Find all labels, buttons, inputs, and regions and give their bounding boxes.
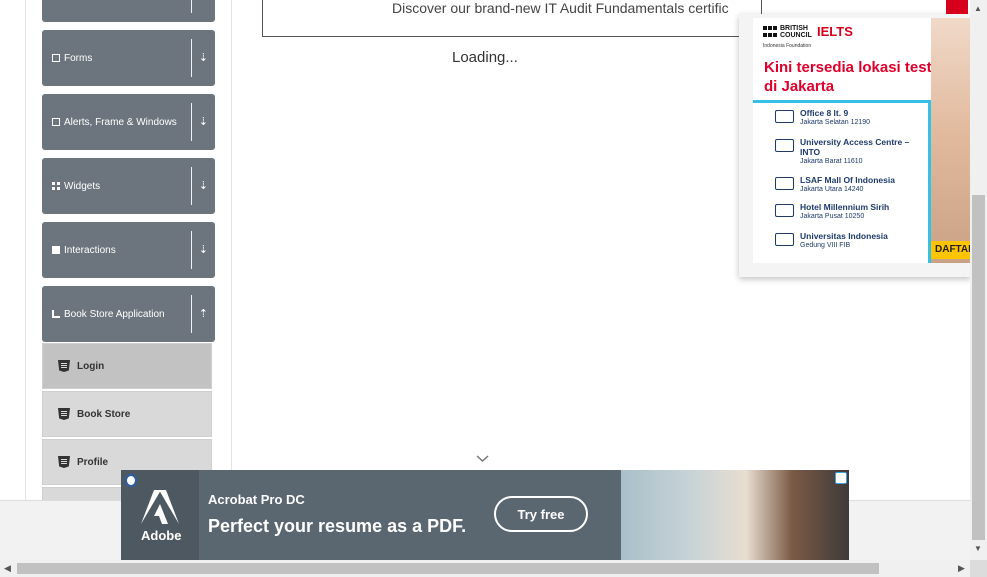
- scrollbar-thumb[interactable]: [17, 563, 879, 574]
- scrollbar-thumb[interactable]: [972, 195, 985, 540]
- sidebar-item-label: Book Store: [77, 408, 131, 420]
- british-council-logo: BRITISH COUNCIL: [763, 25, 812, 39]
- chevron-down-icon[interactable]: [476, 452, 489, 465]
- sidebar-group-label: Book Store Application: [64, 308, 165, 320]
- ad-slogan: Perfect your resume as a PDF.: [208, 516, 467, 536]
- group-divider: [191, 103, 192, 141]
- adchoices-icon[interactable]: [835, 472, 847, 484]
- sidebar-group-widgets[interactable]: Widgets ⇣: [42, 158, 215, 214]
- scroll-up-icon[interactable]: ▲: [974, 4, 982, 13]
- paper-icon: [775, 204, 794, 217]
- location-item: Universitas Indonesia Gedung VIII FIB: [775, 231, 888, 250]
- book-icon: [52, 310, 60, 318]
- form-icon: [52, 54, 60, 62]
- sidebar-right-border: [231, 0, 232, 500]
- group-divider: [191, 295, 192, 333]
- computer-icon: [775, 139, 794, 152]
- privacy-shield-icon[interactable]: [125, 474, 137, 487]
- expand-arrow-icon: ⇣: [198, 52, 208, 64]
- ielts-ad-content: BRITISH COUNCIL IELTS Indonesia Foundati…: [753, 18, 971, 263]
- group-divider: [191, 39, 192, 77]
- sidebar-group-label: Widgets: [64, 180, 101, 192]
- html5-icon: [58, 408, 70, 420]
- sidebar-group-elements[interactable]: ⇣: [42, 0, 215, 22]
- banner-logo: [271, 0, 381, 5]
- scroll-left-icon[interactable]: ◀: [4, 563, 11, 574]
- foundation-text: Indonesia Foundation: [763, 43, 812, 49]
- location-item: Hotel Millennium Sirih Jakarta Pusat 1025…: [775, 202, 889, 221]
- scroll-down-icon[interactable]: ▼: [974, 544, 982, 553]
- location-item: LSAF Mall Of Indonesia Jakarta Utara 1424…: [775, 175, 895, 194]
- sidebar-item-label: Profile: [77, 456, 109, 468]
- vertical-scrollbar[interactable]: ▲ ▼: [970, 0, 987, 560]
- sidebar-group-interactions[interactable]: Interactions ⇣: [42, 222, 215, 278]
- loading-text: Loading...: [452, 49, 518, 66]
- ad-headline: Kini tersedia lokasi test di Jakarta: [764, 59, 932, 95]
- locations-panel: Office 8 lt. 9 Jakarta Selatan 12190 Univ…: [753, 100, 931, 263]
- sidebar-left-border: [25, 0, 26, 500]
- ad-product: Acrobat Pro DC: [208, 492, 305, 507]
- group-divider: [191, 0, 192, 13]
- top-banner-ad[interactable]: Discover our brand-new IT Audit Fundamen…: [262, 0, 762, 37]
- widgets-icon: [52, 182, 60, 190]
- window-icon: [52, 118, 60, 126]
- sidebar-group-forms[interactable]: Forms ⇣: [42, 30, 215, 86]
- location-item: University Access Centre – INTO Jakarta B…: [775, 137, 912, 166]
- ad-photo: [621, 470, 849, 560]
- sidebar-item-label: Login: [77, 360, 105, 372]
- sidebar-group-alerts[interactable]: Alerts, Frame & Windows ⇣: [42, 94, 215, 150]
- scroll-right-icon[interactable]: ▶: [958, 563, 965, 574]
- collapse-arrow-icon: ⇡: [198, 308, 208, 320]
- sidebar-item-login[interactable]: Login: [42, 343, 212, 389]
- computer-icon: [775, 110, 794, 123]
- computer-icon: [775, 177, 794, 190]
- html5-icon: [58, 456, 70, 468]
- daftar-button[interactable]: DAFTAR: [931, 241, 971, 259]
- expand-arrow-icon: ⇣: [198, 180, 208, 192]
- group-divider: [191, 167, 192, 205]
- sidebar-item-book-store[interactable]: Book Store: [42, 391, 212, 437]
- sidebar-group-book-store[interactable]: Book Store Application ⇡: [42, 286, 215, 342]
- adobe-a-icon: [141, 490, 179, 524]
- sidebar-group-label: Forms: [64, 52, 93, 64]
- sidebar-group-label: Interactions: [64, 244, 116, 256]
- page: ⇣ Forms ⇣ Alerts, Frame & Windows ⇣ Widg…: [0, 0, 987, 577]
- banner-text: Discover our brand-new IT Audit Fundamen…: [392, 0, 729, 16]
- adobe-wordmark: Adobe: [141, 528, 182, 543]
- group-divider: [191, 231, 192, 269]
- html5-icon: [58, 360, 70, 372]
- ielts-ad[interactable]: BRITISH COUNCIL IELTS Indonesia Foundati…: [739, 14, 971, 277]
- ielts-logo: IELTS: [817, 24, 853, 39]
- horizontal-scrollbar[interactable]: ◀ ▶: [0, 560, 970, 577]
- sidebar-group-label: Alerts, Frame & Windows: [64, 116, 177, 128]
- expand-arrow-icon: ⇣: [198, 244, 208, 256]
- interactions-icon: [52, 246, 60, 254]
- location-item: Office 8 lt. 9 Jakarta Selatan 12190: [775, 108, 870, 127]
- scrollbar-corner: [970, 560, 987, 577]
- try-free-button[interactable]: Try free: [494, 496, 588, 532]
- ad-close-button[interactable]: [946, 0, 968, 14]
- computer-icon: [775, 233, 794, 246]
- expand-arrow-icon: ⇣: [198, 116, 208, 128]
- adobe-ad[interactable]: Adobe Acrobat Pro DC Perfect your resume…: [121, 470, 849, 560]
- ad-photo: [931, 18, 971, 263]
